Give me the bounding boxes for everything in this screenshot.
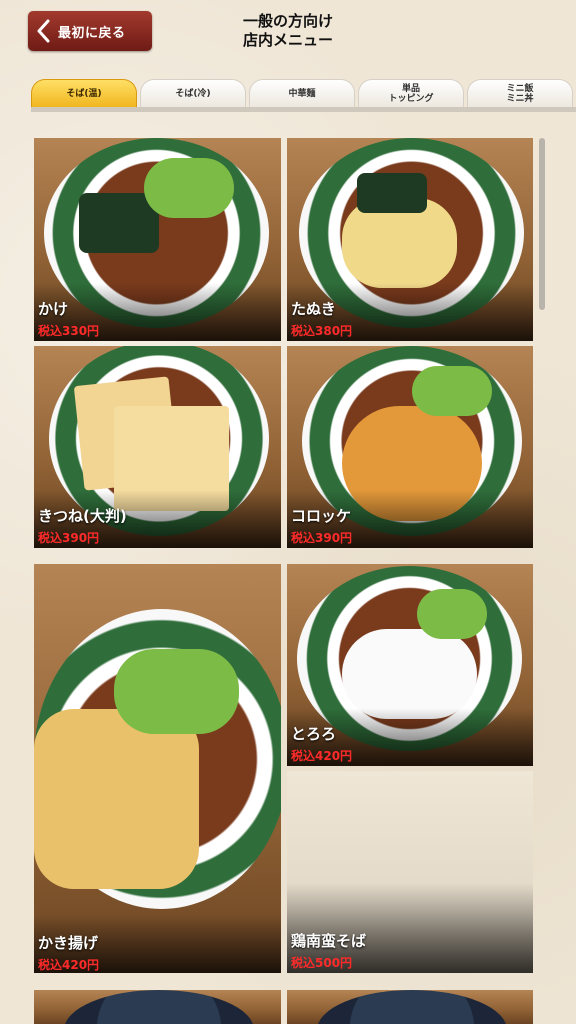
tab-label: 中華麺 bbox=[288, 89, 316, 99]
green-onion-topping bbox=[412, 366, 492, 416]
menu-item-price: 税込390円 bbox=[38, 531, 100, 545]
tab-toppings[interactable]: 単品 トッピング bbox=[358, 79, 464, 108]
tab-soba-hot[interactable]: そば(温) bbox=[31, 79, 137, 108]
menu-item-tanuki[interactable]: たぬき 税込380円 bbox=[287, 138, 533, 341]
tab-chinese-noodles[interactable]: 中華麺 bbox=[249, 79, 355, 108]
menu-item-croquette[interactable]: コロッケ 税込390円 bbox=[287, 346, 533, 548]
scrollbar[interactable] bbox=[539, 138, 545, 310]
menu-item-price: 税込420円 bbox=[291, 749, 353, 763]
menu-item-price: 税込390円 bbox=[291, 531, 353, 545]
category-tabs: そば(温) そば(冷) 中華麺 単品 トッピング ミニ飯 ミニ丼 bbox=[31, 79, 576, 109]
menu-item-name: かき揚げ bbox=[38, 934, 99, 952]
tab-divider bbox=[31, 107, 576, 112]
menu-item-price: 税込500円 bbox=[291, 956, 353, 970]
menu-item-price: 税込420円 bbox=[38, 958, 100, 972]
menu-item-price: 税込330円 bbox=[38, 324, 100, 338]
tab-label: ミニ飯 ミニ丼 bbox=[506, 84, 534, 104]
menu-item-partial[interactable] bbox=[287, 990, 533, 1024]
tab-mini-rice[interactable]: ミニ飯 ミニ丼 bbox=[467, 79, 573, 108]
menu-item-tori-nanban[interactable]: 鶏南蛮そば 税込500円 bbox=[287, 771, 533, 973]
menu-item-name: とろろ bbox=[291, 725, 337, 743]
green-onion-topping bbox=[114, 649, 239, 734]
back-button[interactable]: 最初に戻る bbox=[28, 11, 152, 51]
menu-item-tororo[interactable]: とろろ 税込420円 bbox=[287, 564, 533, 766]
back-button-label: 最初に戻る bbox=[58, 25, 126, 41]
menu-item-name: 鶏南蛮そば bbox=[291, 932, 367, 950]
menu-item-name: きつね(大判) bbox=[38, 507, 127, 525]
menu-item-kakiage[interactable]: かき揚げ 税込420円 bbox=[34, 564, 281, 973]
wakame-topping bbox=[357, 173, 427, 213]
menu-item-name: かけ bbox=[38, 300, 69, 318]
green-onion-topping bbox=[417, 589, 487, 639]
chevron-left-icon bbox=[28, 11, 58, 51]
kakiage-topping bbox=[34, 709, 199, 889]
dish-image bbox=[317, 990, 507, 1024]
page-title-line1: 一般の方向け bbox=[242, 12, 333, 30]
tab-label: そば(冷) bbox=[175, 89, 211, 99]
green-onion-topping bbox=[144, 158, 234, 218]
page-title: 一般の方向け 店内メニュー bbox=[200, 12, 376, 50]
menu-item-kitsune[interactable]: きつね(大判) 税込390円 bbox=[34, 346, 281, 548]
menu-item-name: たぬき bbox=[291, 300, 336, 318]
menu-item-partial[interactable] bbox=[34, 990, 281, 1024]
menu-item-name: コロッケ bbox=[291, 507, 352, 525]
tab-soba-cold[interactable]: そば(冷) bbox=[140, 79, 246, 108]
tab-label: そば(温) bbox=[66, 89, 102, 99]
tab-label: 単品 トッピング bbox=[388, 84, 434, 104]
menu-item-kake[interactable]: かけ 税込330円 bbox=[34, 138, 281, 341]
menu-item-price: 税込380円 bbox=[291, 324, 353, 338]
tororo-topping bbox=[342, 629, 477, 719]
dish-image bbox=[64, 990, 254, 1024]
page-title-line2: 店内メニュー bbox=[242, 31, 333, 49]
